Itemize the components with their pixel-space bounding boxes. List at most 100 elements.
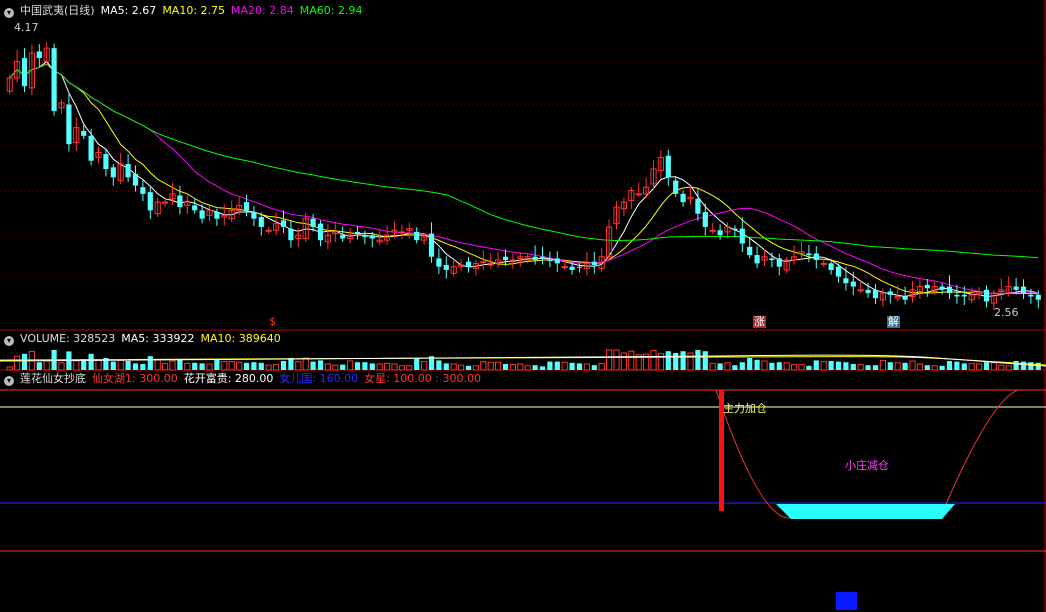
volume-bar xyxy=(591,365,597,370)
volume-bar xyxy=(236,361,243,371)
candle-body xyxy=(199,210,205,219)
volume-bar xyxy=(939,365,945,370)
volume-bar xyxy=(354,362,361,370)
volume-bar xyxy=(835,361,842,370)
volume-bar xyxy=(169,360,176,371)
candle-body xyxy=(776,258,782,267)
volume-readout: VOLUME: 328523 xyxy=(20,332,116,345)
candle-body xyxy=(569,266,575,270)
candle-body xyxy=(258,217,264,227)
volume-bar xyxy=(606,349,613,371)
volume-bar xyxy=(251,362,257,370)
candle-body xyxy=(428,233,435,257)
chevron-down-icon[interactable]: ▾ xyxy=(4,336,14,346)
price-low-label: 2.56 xyxy=(994,306,1019,319)
volume-bar xyxy=(791,364,798,371)
volume-bar xyxy=(509,364,516,371)
volume-bar xyxy=(813,360,819,370)
volume-bar xyxy=(458,364,465,371)
volume-bar xyxy=(398,365,405,371)
volume-bar xyxy=(924,365,930,370)
candle-body xyxy=(635,193,642,196)
candle-body xyxy=(369,235,375,239)
ma60-readout: MA60: 2.94 xyxy=(299,4,363,17)
signal-badge-rise: 涨 xyxy=(753,315,766,328)
candle-body xyxy=(265,229,272,232)
moving-average-lines xyxy=(9,60,1039,298)
main-add-annotation: 主力加仓 xyxy=(723,402,767,415)
volume-bar xyxy=(961,363,967,370)
candle-body xyxy=(806,253,812,256)
volume-bar xyxy=(88,353,94,370)
volume-bar xyxy=(1020,361,1027,370)
candle-body xyxy=(820,262,827,265)
candle-body xyxy=(288,228,294,241)
candle-body xyxy=(532,256,538,261)
candle-body xyxy=(502,256,509,261)
candle-body xyxy=(887,291,893,295)
volume-bar xyxy=(850,364,856,370)
volume-bar xyxy=(495,361,502,371)
candle-body xyxy=(192,205,198,211)
volume-bar xyxy=(302,357,309,371)
volume-bar xyxy=(6,366,13,371)
volume-bar xyxy=(324,363,331,371)
volume-bar xyxy=(576,363,583,370)
volume-bar xyxy=(954,361,960,370)
volume-bar xyxy=(1005,365,1012,371)
volume-ma5-readout: MA5: 333922 xyxy=(121,332,195,345)
bottom-zone-band xyxy=(776,504,955,519)
candle-body xyxy=(961,294,967,297)
volume-bar xyxy=(288,358,294,370)
candle-body xyxy=(717,230,723,236)
volume-bar xyxy=(761,360,768,371)
volume-bar xyxy=(243,362,250,370)
ma20-readout: MA20: 2.84 xyxy=(231,4,294,17)
chevron-down-icon[interactable]: ▾ xyxy=(4,376,14,386)
volume-bar xyxy=(990,362,997,371)
candle-body xyxy=(310,218,316,227)
price-grid xyxy=(0,0,1046,612)
candle-body xyxy=(414,231,420,241)
volume-bar xyxy=(228,361,235,371)
candle-body xyxy=(547,260,553,262)
candle-body xyxy=(103,154,109,169)
volume-bar xyxy=(414,358,420,370)
volume-header: ▾ VOLUME: 328523 MA5: 333922 MA10: 389640 xyxy=(4,332,287,346)
candle-body xyxy=(828,263,834,270)
volume-bar xyxy=(879,359,886,371)
volume-bar xyxy=(317,360,324,370)
volume-bar xyxy=(436,360,442,370)
volume-bar xyxy=(406,365,413,371)
volume-bar xyxy=(140,364,146,370)
volume-bar xyxy=(754,359,760,370)
volume-bars xyxy=(0,349,1046,371)
ma60-line xyxy=(9,63,1039,259)
candle-body xyxy=(362,235,368,237)
volume-bar xyxy=(613,349,620,371)
volume-bar xyxy=(732,365,738,370)
candle-body xyxy=(177,195,183,208)
volume-bar xyxy=(665,351,671,370)
volume-bar xyxy=(968,362,975,371)
volume-bar xyxy=(739,362,745,370)
candle-body xyxy=(436,258,442,267)
candle-body xyxy=(865,289,871,294)
candle-body xyxy=(872,289,879,299)
candle-body xyxy=(251,212,257,219)
chart-stage xyxy=(0,0,1046,612)
candle-body xyxy=(443,265,449,270)
chevron-down-icon[interactable]: ▾ xyxy=(4,8,14,18)
candle-body xyxy=(983,289,990,302)
candle-body xyxy=(21,58,28,87)
blue-marker-block xyxy=(836,592,857,610)
ma10-readout: MA10: 2.75 xyxy=(162,4,226,17)
volume-bar xyxy=(487,361,494,371)
candle-body xyxy=(843,278,849,284)
volume-bar xyxy=(162,362,169,371)
candle-body xyxy=(110,167,116,178)
candle-body xyxy=(36,51,42,59)
volume-bar xyxy=(221,361,228,371)
candle-body xyxy=(340,235,346,239)
candle-body xyxy=(939,286,945,290)
